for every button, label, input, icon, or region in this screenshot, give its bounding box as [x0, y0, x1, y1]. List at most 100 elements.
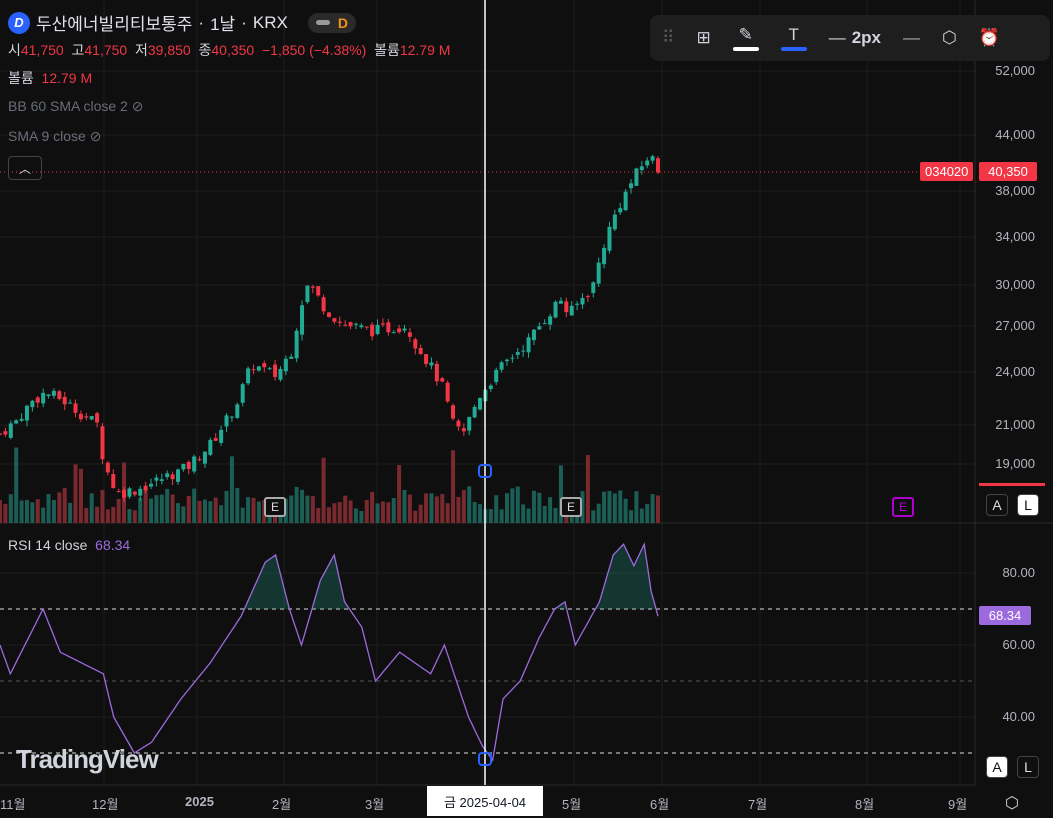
text-tool-button[interactable]: T — [780, 25, 807, 51]
auto-scale-button-rsi[interactable]: A — [986, 756, 1008, 778]
add-alert-icon[interactable]: ⏰ — [979, 28, 1000, 48]
earnings-marker[interactable]: E — [264, 497, 286, 517]
volume-bar — [208, 501, 213, 523]
symbol-title[interactable]: D 두산에너빌리티보통주 · 1날 · KRX D — [8, 10, 356, 35]
candle-body — [202, 451, 207, 464]
volume-bar — [294, 486, 299, 523]
market-status-badge[interactable]: D — [307, 12, 356, 33]
log-scale-button-rsi[interactable]: L — [1017, 756, 1039, 778]
candle-body — [650, 156, 655, 161]
volume-bar — [370, 491, 375, 523]
candle-body — [181, 463, 186, 470]
time-tick: 2월 — [272, 797, 292, 812]
candle-body — [391, 332, 396, 334]
volume-bar — [332, 503, 337, 523]
volume-bar — [645, 504, 650, 523]
candle-body — [100, 426, 105, 460]
rsi-legend[interactable]: RSI 14 close 68.34 — [8, 537, 130, 553]
volume-bar — [51, 500, 56, 523]
indicator-volume[interactable]: 볼륨 12.79 M — [8, 68, 92, 88]
collapse-legend-button[interactable]: ︿ — [8, 156, 42, 180]
volume-bar — [434, 496, 439, 523]
candle-body — [229, 416, 234, 418]
candle-body — [510, 357, 515, 359]
indicator-sma[interactable]: SMA 9 close ⊘ — [8, 128, 101, 145]
volume-bar — [181, 506, 186, 523]
volume-bar — [14, 447, 19, 523]
volume-bar — [526, 508, 531, 523]
volume-bar — [68, 502, 73, 523]
candle-body — [78, 413, 83, 420]
candle-body — [531, 329, 536, 341]
status-bar-icon — [315, 20, 330, 25]
volume-bar — [494, 495, 499, 523]
add-widget-icon[interactable]: ⊞ — [696, 28, 710, 48]
volume-bar — [138, 497, 143, 523]
rsi-value-tag: 68.34 — [979, 606, 1031, 625]
volume-bar — [100, 489, 105, 523]
volume-bar — [300, 489, 305, 523]
delayed-badge: D — [337, 14, 348, 31]
volume-bar — [386, 502, 391, 523]
candle-body — [585, 296, 590, 298]
price-tick: 19,000 — [995, 456, 1035, 471]
time-tick: 8월 — [855, 797, 875, 812]
drag-handle-icon[interactable]: ⠿ — [662, 28, 674, 48]
axis-settings-icon[interactable]: ⬡ — [1005, 793, 1019, 813]
volume-bar — [89, 493, 94, 523]
candle-body — [440, 378, 445, 382]
time-tick: 11월 — [0, 797, 26, 812]
candle-body — [461, 428, 466, 432]
line-width-button[interactable]: — 2px — [829, 28, 881, 48]
pencil-tool-button[interactable]: ✎ — [732, 25, 759, 51]
volume-bar — [127, 509, 132, 523]
candle-body — [580, 297, 585, 305]
earnings-marker[interactable]: E — [560, 497, 582, 517]
settings-hexagon-icon[interactable]: ⬡ — [942, 28, 957, 48]
volume-bar — [456, 497, 461, 523]
chart-canvas[interactable] — [0, 0, 1053, 818]
volume-bar — [105, 509, 110, 523]
candle-body — [407, 332, 412, 337]
candle-body — [656, 158, 660, 173]
candle-body — [332, 318, 337, 322]
volume-bar — [8, 494, 13, 523]
volume-bar — [348, 500, 353, 523]
line-style-button[interactable]: — — [903, 28, 920, 48]
volume-bar — [165, 488, 170, 523]
eye-hidden-icon[interactable]: ⊘ — [90, 128, 102, 144]
candle-body — [46, 394, 51, 397]
indicator-bb[interactable]: BB 60 SMA close 2 ⊘ — [8, 98, 143, 115]
earnings-marker-future[interactable]: E — [892, 497, 914, 517]
volume-bar — [224, 490, 229, 523]
price-tick: 24,000 — [995, 364, 1035, 379]
candle-body — [386, 322, 391, 333]
candle-body — [305, 285, 310, 303]
auto-scale-button[interactable]: A — [986, 494, 1008, 516]
volume-bar — [553, 508, 558, 523]
candle-body — [472, 406, 477, 418]
candle-body — [569, 305, 574, 316]
candle-body — [149, 483, 154, 487]
candle-body — [35, 397, 40, 403]
interval[interactable]: 1날 — [210, 10, 235, 35]
volume-bar — [229, 456, 234, 523]
eye-hidden-icon[interactable]: ⊘ — [132, 98, 144, 114]
candle-body — [494, 369, 499, 383]
volume-bar — [531, 490, 536, 523]
candle-body — [95, 413, 100, 423]
low-value: 39,850 — [147, 42, 191, 58]
candle-body — [548, 316, 553, 325]
close-label: 종 — [198, 42, 212, 58]
volume-bar — [623, 498, 628, 523]
tradingview-logo[interactable]: TradingView — [16, 744, 159, 775]
symbol-name[interactable]: 두산에너빌리티보통주 — [36, 10, 192, 35]
volume-bar — [170, 494, 175, 523]
log-scale-button[interactable]: L — [1017, 494, 1039, 516]
candle-body — [165, 473, 170, 478]
candle-body — [612, 214, 617, 230]
candle-body — [57, 391, 62, 399]
volume-bar — [289, 495, 294, 523]
close-value: 40,350 — [211, 42, 255, 58]
volume-bar — [202, 499, 207, 523]
